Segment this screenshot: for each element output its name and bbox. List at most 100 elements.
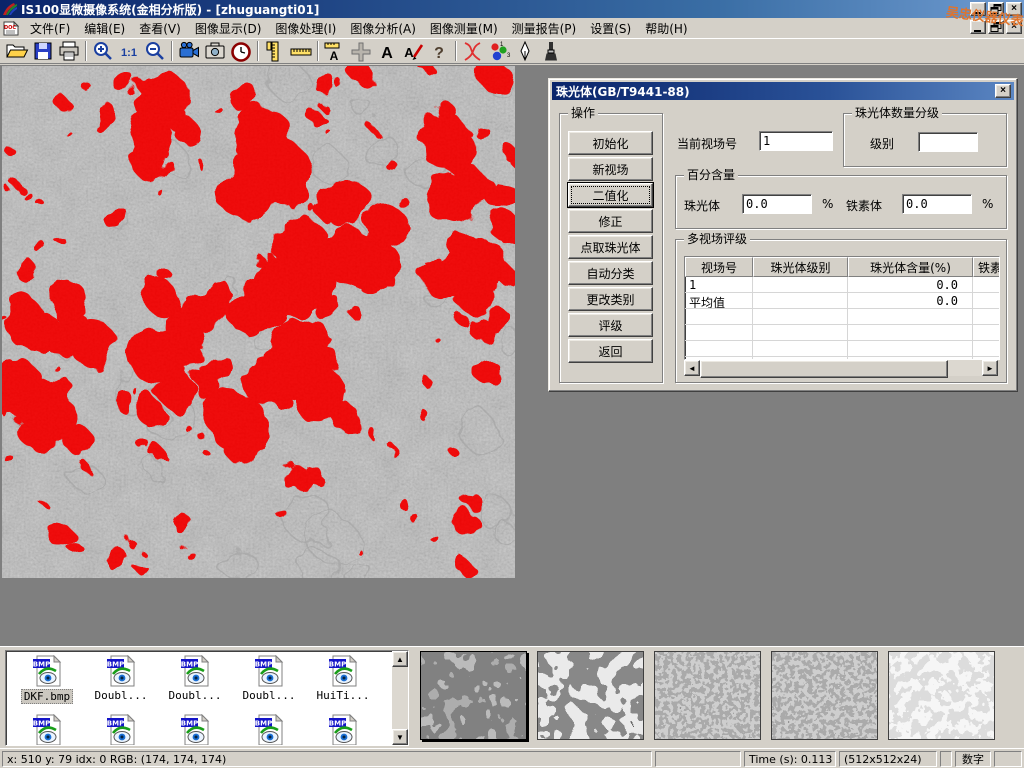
table-row[interactable] — [685, 325, 999, 341]
ferrite-unit: % — [982, 197, 993, 211]
dialog-close-button[interactable]: × — [995, 84, 1011, 98]
file-item[interactable]: BMP — [232, 714, 306, 746]
scrollbar-thumb[interactable] — [700, 360, 948, 378]
text-button[interactable]: A — [374, 40, 400, 63]
file-item[interactable]: BMP — [306, 714, 380, 746]
help-button[interactable]: ? — [426, 40, 452, 63]
child-restore-button[interactable] — [988, 20, 1004, 34]
grading-group-label: 珠光体数量分级 — [852, 106, 942, 120]
table-cell — [973, 325, 1000, 341]
operations-group: 操作 初始化新视场二值化修正点取珠光体自动分类更改类别评级返回 — [559, 113, 663, 383]
menu-item[interactable]: 图像分析(A) — [343, 20, 423, 38]
micrograph-image[interactable] — [2, 66, 515, 578]
ferrite-percent-input[interactable] — [902, 194, 972, 214]
file-item[interactable]: BMP HuiTi... — [306, 655, 380, 704]
file-row: BMP DKF.bmp BMP Doubl... BMP Doubl... BM… — [6, 651, 408, 704]
svg-text:DOC: DOC — [4, 25, 16, 31]
image-thumbnail[interactable] — [537, 651, 644, 740]
file-item[interactable]: BMP — [158, 714, 232, 746]
menu-item[interactable]: 设置(S) — [583, 20, 638, 38]
print-button[interactable] — [56, 40, 82, 63]
menu-item[interactable]: 图像显示(D) — [188, 20, 269, 38]
file-item[interactable]: BMP Doubl... — [232, 655, 306, 704]
timer-button[interactable] — [228, 40, 254, 63]
pointer-pen-button[interactable] — [512, 40, 538, 63]
status-mode: 数字 — [955, 751, 991, 767]
column-header[interactable]: 珠光体级别 — [753, 257, 848, 277]
image-thumbnail[interactable] — [888, 651, 995, 740]
change-class-button[interactable]: 更改类别 — [568, 287, 653, 311]
rate-button[interactable]: 评级 — [568, 313, 653, 337]
percent-group: 百分含量 珠光体 % 铁素体 % — [675, 175, 1007, 229]
close-button[interactable]: × — [1006, 2, 1022, 16]
scroll-down-button[interactable]: ▼ — [392, 729, 408, 745]
minimize-button[interactable] — [970, 2, 986, 16]
table-row[interactable] — [685, 309, 999, 325]
file-item[interactable]: BMP Doubl... — [84, 655, 158, 704]
video-capture-button[interactable] — [176, 40, 202, 63]
level-input[interactable] — [918, 132, 978, 152]
table-horizontal-scrollbar[interactable]: ◄ ► — [684, 360, 998, 376]
current-field-input[interactable] — [759, 131, 833, 151]
multifield-group-label: 多视场评级 — [684, 232, 750, 246]
new-field-button[interactable]: 新视场 — [568, 157, 653, 181]
pick-pearlite-button[interactable]: 点取珠光体 — [568, 235, 653, 259]
image-thumbnail[interactable] — [654, 651, 761, 740]
brush-button[interactable] — [538, 40, 564, 63]
grid-measure-button[interactable] — [348, 40, 374, 63]
table-row[interactable]: 10.0 — [685, 277, 999, 293]
file-item[interactable]: BMP Doubl... — [158, 655, 232, 704]
annotate-button[interactable]: A — [400, 40, 426, 63]
status-empty-2 — [940, 751, 952, 767]
menu-item[interactable]: 编辑(E) — [77, 20, 132, 38]
camera-capture-button[interactable] — [202, 40, 228, 63]
scroll-left-button[interactable]: ◄ — [684, 360, 700, 376]
multifield-group: 多视场评级 视场号珠光体级别珠光体含量(%)铁素体含量(%)10.0平均值0.0… — [675, 239, 1007, 383]
binarize-button[interactable]: 二值化 — [568, 183, 653, 207]
image-thumbnail[interactable] — [420, 651, 527, 740]
scroll-right-button[interactable]: ► — [982, 360, 998, 376]
menu-item[interactable]: 查看(V) — [132, 20, 188, 38]
file-item[interactable]: BMP DKF.bmp — [10, 655, 84, 704]
column-header[interactable]: 铁素体含量(%) — [973, 257, 1000, 277]
restore-button[interactable] — [988, 2, 1004, 16]
file-name: Doubl... — [241, 689, 298, 702]
file-item[interactable]: BMP — [84, 714, 158, 746]
save-button[interactable] — [30, 40, 56, 63]
auto-classify-button[interactable]: 自动分类 — [568, 261, 653, 285]
toolbar-separator — [317, 41, 319, 61]
curve-tool-button[interactable] — [460, 40, 486, 63]
return-button[interactable]: 返回 — [568, 339, 653, 363]
multifield-table: 视场号珠光体级别珠光体含量(%)铁素体含量(%)10.0平均值0.0 — [684, 256, 1000, 360]
actual-size-button[interactable]: 1:1 — [116, 40, 142, 63]
current-field-label: 当前视场号 — [677, 135, 737, 152]
correct-button[interactable]: 修正 — [568, 209, 653, 233]
zoom-in-button[interactable] — [90, 40, 116, 63]
image-thumbnail[interactable] — [771, 651, 878, 740]
menu-item[interactable]: 测量报告(P) — [505, 20, 584, 38]
column-header[interactable]: 珠光体含量(%) — [848, 257, 973, 277]
measure-label-button[interactable]: A — [322, 40, 348, 63]
file-list-scrollbar[interactable]: ▲ ▼ — [392, 651, 408, 745]
app-logo-icon — [2, 2, 18, 16]
menu-item[interactable]: 帮助(H) — [638, 20, 694, 38]
table-row[interactable] — [685, 341, 999, 357]
table-row[interactable]: 平均值0.0 — [685, 293, 999, 309]
pearlite-percent-input[interactable] — [742, 194, 812, 214]
scroll-up-button[interactable]: ▲ — [392, 651, 408, 667]
menu-item[interactable]: 文件(F) — [23, 20, 77, 38]
svg-text:A: A — [330, 49, 339, 63]
menu-item[interactable]: 图像处理(I) — [268, 20, 343, 38]
ruler-button[interactable] — [288, 40, 314, 63]
child-close-button[interactable]: × — [1006, 20, 1022, 34]
classify-count-button[interactable]: 13 — [486, 40, 512, 63]
child-minimize-button[interactable] — [970, 20, 986, 34]
zoom-out-button[interactable] — [142, 40, 168, 63]
file-item[interactable]: BMP — [10, 714, 84, 746]
menu-items: 文件(F)编辑(E)查看(V)图像显示(D)图像处理(I)图像分析(A)图像测量… — [23, 20, 695, 37]
menu-item[interactable]: 图像测量(M) — [423, 20, 505, 38]
caliper-button[interactable] — [262, 40, 288, 63]
column-header[interactable]: 视场号 — [685, 257, 753, 277]
initialize-button[interactable]: 初始化 — [568, 131, 653, 155]
open-file-button[interactable] — [4, 40, 30, 63]
